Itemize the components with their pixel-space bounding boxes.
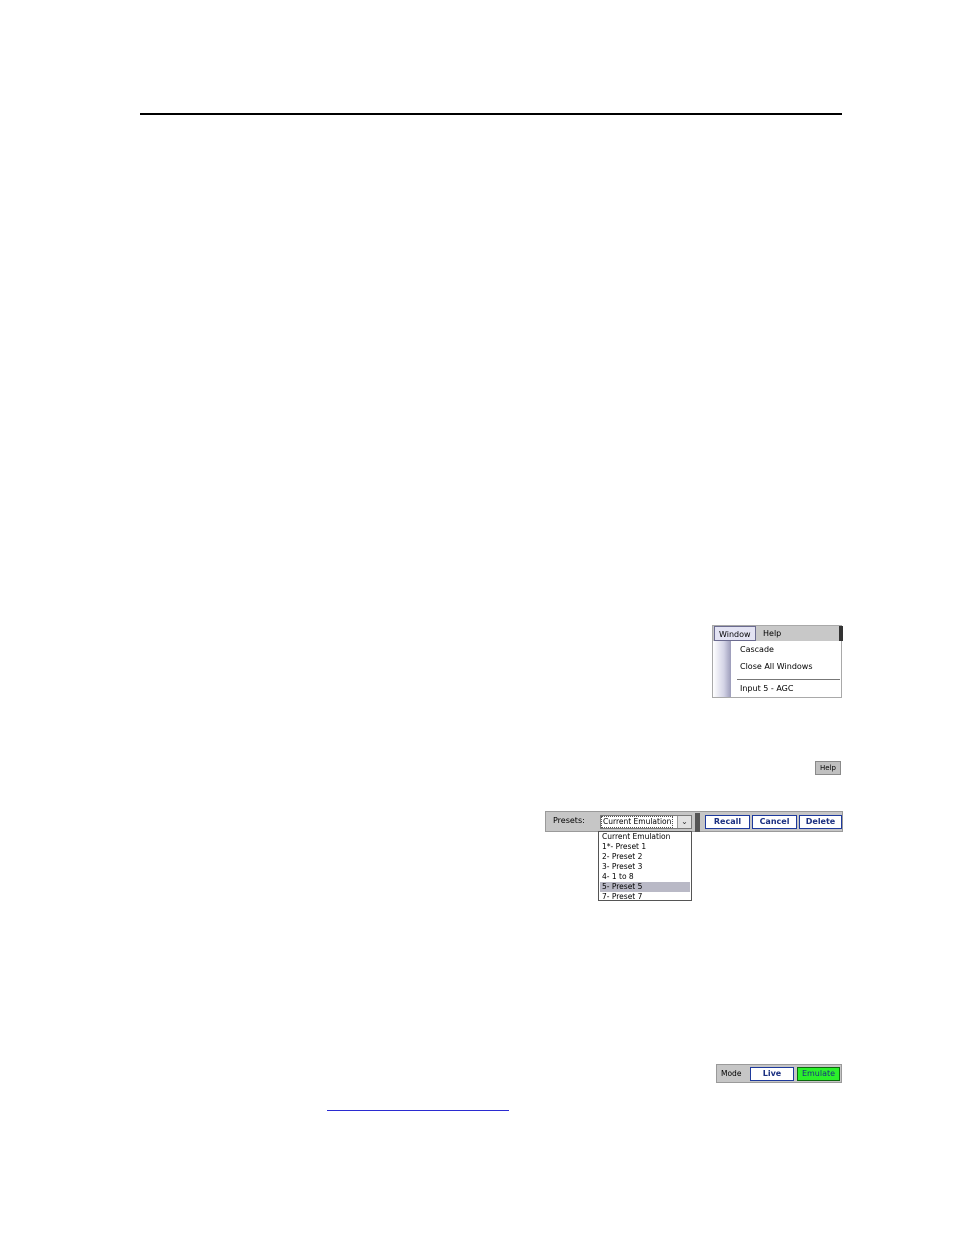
live-button[interactable]: Live — [750, 1067, 794, 1081]
delete-button[interactable]: Delete — [799, 815, 842, 829]
menu-help[interactable]: Help — [759, 626, 785, 641]
preset-option[interactable]: Current Emulation — [600, 832, 690, 842]
chevron-down-icon[interactable]: ⌄ — [677, 816, 691, 828]
preset-option[interactable]: 2- Preset 2 — [600, 852, 690, 862]
presets-selected-value: Current Emulation — [600, 816, 674, 828]
menu-icon-strip — [713, 641, 731, 697]
presets-label: Presets: — [553, 816, 585, 825]
cancel-button[interactable]: Cancel — [752, 815, 797, 829]
presets-toolbar: Presets: Current Emulation ⌄ Recall Canc… — [545, 811, 843, 832]
mode-toolbar: Mode Live Emulate — [716, 1064, 842, 1083]
mode-label: Mode — [721, 1069, 742, 1078]
emulate-button[interactable]: Emulate — [797, 1067, 840, 1081]
preset-option[interactable]: 3- Preset 3 — [600, 862, 690, 872]
preset-option[interactable]: 1*- Preset 1 — [600, 842, 690, 852]
preset-option[interactable]: 7- Preset 7 — [600, 892, 690, 900]
presets-dropdown-list: Current Emulation 1*- Preset 1 2- Preset… — [598, 831, 692, 901]
preset-option[interactable]: 4- 1 to 8 — [600, 872, 690, 882]
menubar-edge — [839, 626, 843, 641]
help-button[interactable]: Help — [815, 761, 841, 775]
hyperlink-underline[interactable] — [327, 1110, 509, 1111]
menu-bar: Window Help — [713, 626, 843, 641]
toolbar-divider — [695, 813, 700, 832]
menu-item-cascade[interactable]: Cascade — [740, 645, 774, 654]
preset-option-highlighted[interactable]: 5- Preset 5 — [600, 882, 690, 892]
menu-window[interactable]: Window — [714, 626, 756, 641]
header-rule — [140, 113, 842, 115]
menu-separator — [737, 679, 840, 680]
menu-item-close-all-windows[interactable]: Close All Windows — [740, 662, 813, 671]
menu-item-input-5-agc[interactable]: Input 5 - AGC — [740, 684, 793, 693]
window-menu-snippet: Window Help Cascade Close All Windows In… — [712, 625, 843, 698]
presets-dropdown[interactable]: Current Emulation ⌄ — [600, 815, 692, 829]
recall-button[interactable]: Recall — [705, 815, 750, 829]
